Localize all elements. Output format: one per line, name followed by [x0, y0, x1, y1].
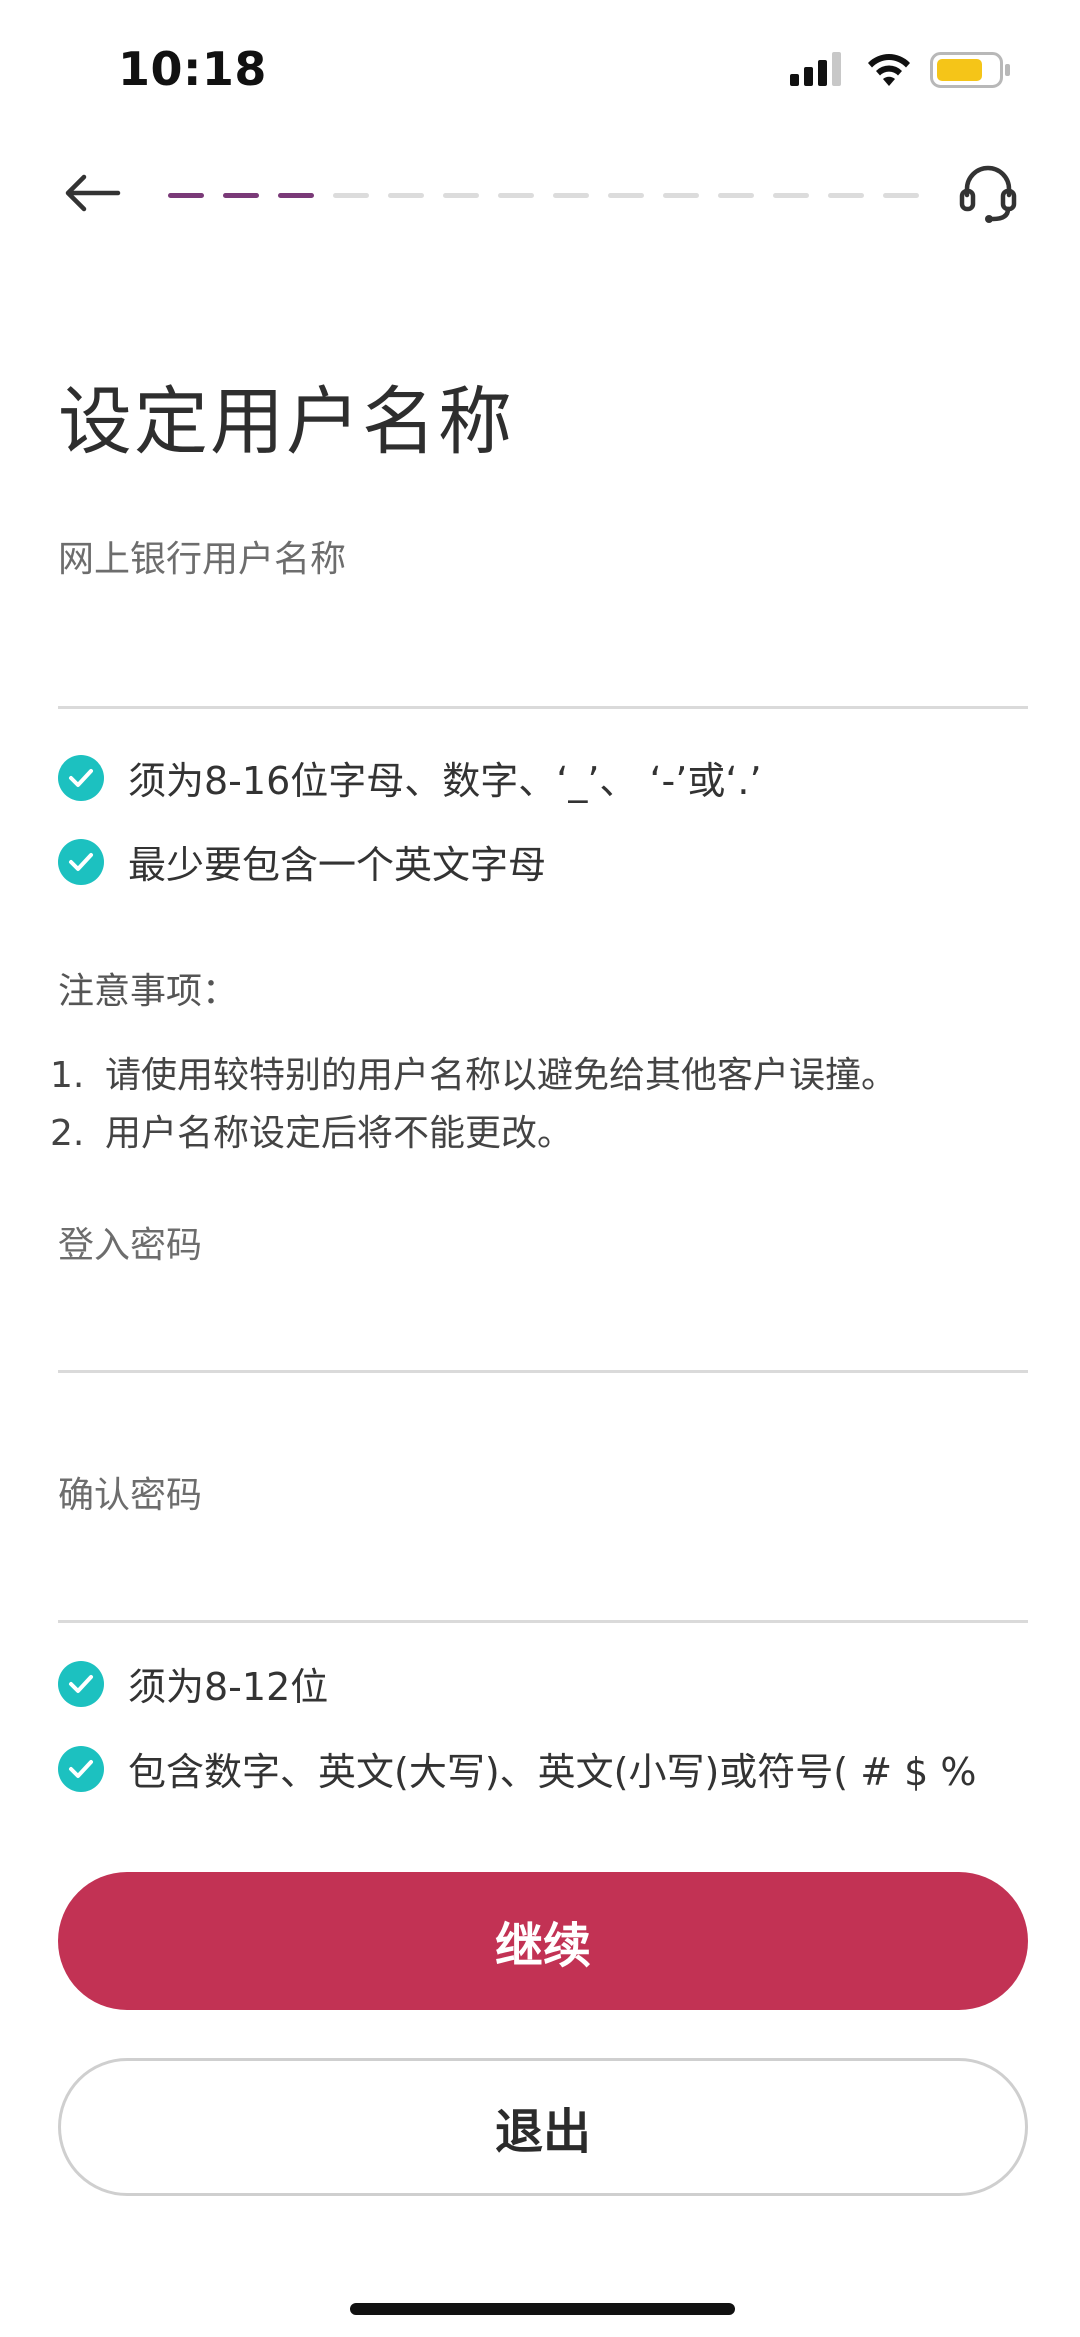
rule-text: 包含数字、英文(大写)、英文(小写)或符号( # $ % [128, 1750, 977, 1794]
home-indicator [350, 2303, 735, 2315]
password-label: 登入密码 [58, 1225, 203, 1266]
progress-step-pending [443, 193, 479, 198]
exit-button[interactable]: 退出 [58, 2058, 1028, 2196]
confirm-password-input[interactable] [58, 1550, 1028, 1623]
rule-text: 须为8-16位字母、数字、‘_’、 ‘-’或‘.’ [128, 759, 762, 803]
progress-step-complete [168, 193, 204, 198]
progress-step-pending [828, 193, 864, 198]
progress-indicator [168, 193, 920, 199]
progress-step-pending [388, 193, 424, 198]
password-rule-chars: 包含数字、英文(大写)、英文(小写)或符号( # $ % [58, 1741, 977, 1796]
progress-step-pending [718, 193, 754, 198]
note-text: 请使用较特别的用户名称以避免给其他客户误撞。 [105, 1055, 898, 1096]
progress-step-pending [663, 193, 699, 198]
confirm-password-label: 确认密码 [58, 1475, 203, 1516]
password-rule-length: 须为8-12位 [58, 1656, 328, 1711]
progress-step-complete [223, 193, 259, 198]
arrow-left-icon [62, 173, 122, 217]
rule-text: 须为8-12位 [128, 1665, 329, 1709]
back-button[interactable] [52, 160, 132, 230]
note-item: 2. 用户名称设定后将不能更改。 [50, 1104, 573, 1156]
signal-icon [790, 52, 850, 90]
progress-step-pending [608, 193, 644, 198]
progress-step-complete [278, 193, 314, 198]
customer-support-button[interactable] [948, 158, 1028, 234]
password-input[interactable] [58, 1300, 1028, 1373]
note-number: 2. [50, 1113, 85, 1154]
check-circle-icon [58, 838, 104, 885]
username-rule-letter: 最少要包含一个英文字母 [58, 834, 546, 889]
note-number: 1. [50, 1055, 85, 1096]
check-circle-icon [58, 1745, 104, 1792]
notes-title: 注意事项： [58, 971, 239, 1012]
headset-icon [959, 163, 1017, 229]
page-title: 设定用户名称 [58, 379, 514, 465]
check-circle-icon [58, 1660, 104, 1707]
username-label: 网上银行用户名称 [58, 539, 347, 580]
battery-icon [930, 52, 1012, 92]
progress-step-pending [498, 193, 534, 198]
rule-text: 最少要包含一个英文字母 [128, 843, 547, 887]
nav-bar [0, 150, 1080, 240]
username-rule-length: 须为8-16位字母、数字、‘_’、 ‘-’或‘.’ [58, 750, 762, 805]
note-item: 1. 请使用较特别的用户名称以避免给其他客户误撞。 [50, 1046, 897, 1098]
progress-step-pending [333, 193, 369, 198]
status-bar: 10:18 [0, 0, 1080, 140]
continue-button[interactable]: 继续 [58, 1872, 1028, 2010]
progress-step-pending [553, 193, 589, 198]
status-time: 10:18 [118, 42, 267, 96]
note-text: 用户名称设定后将不能更改。 [105, 1113, 574, 1154]
progress-step-pending [883, 193, 919, 198]
check-circle-icon [58, 754, 104, 801]
wifi-icon [864, 50, 914, 92]
progress-step-pending [773, 193, 809, 198]
username-input[interactable] [58, 636, 1028, 709]
